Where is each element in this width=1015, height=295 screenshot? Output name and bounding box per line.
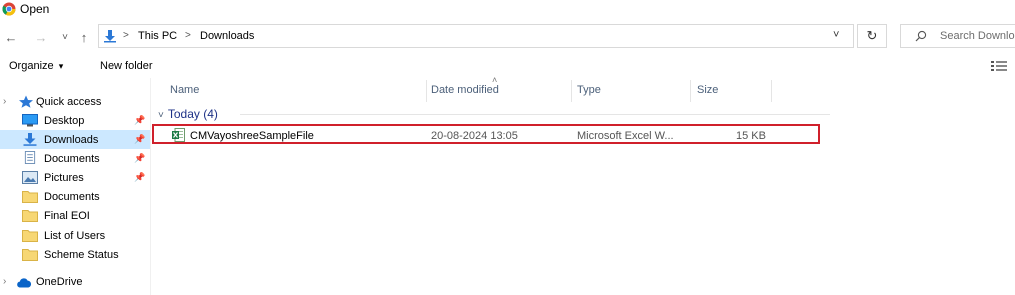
- breadcrumb-downloads[interactable]: Downloads: [200, 30, 254, 42]
- chrome-icon: [2, 2, 16, 16]
- expand-chevron-icon[interactable]: ›: [3, 276, 6, 287]
- up-button[interactable]: ↑: [75, 28, 93, 46]
- sidebar-item-label: List of Users: [44, 229, 106, 242]
- expand-chevron-icon[interactable]: ›: [3, 96, 6, 107]
- breadcrumb-separator: >: [123, 30, 129, 41]
- pane-divider[interactable]: [150, 78, 151, 295]
- cloud-icon: [17, 278, 32, 288]
- address-dropdown-icon[interactable]: ˅: [833, 29, 839, 41]
- new-folder-button[interactable]: New folder: [100, 60, 153, 72]
- column-header-name[interactable]: Name: [168, 80, 424, 102]
- view-options-icon[interactable]: [990, 60, 1008, 72]
- window-title: Open: [20, 2, 50, 16]
- sidebar-item-pictures[interactable]: Pictures 📌: [0, 168, 150, 187]
- pin-icon[interactable]: 📌: [134, 172, 145, 183]
- sidebar-item-downloads[interactable]: Downloads 📌: [0, 130, 150, 149]
- column-divider[interactable]: [771, 80, 772, 102]
- folder-icon: [22, 230, 38, 242]
- column-header-size[interactable]: Size: [692, 80, 770, 102]
- navigation-pane: › Quick access Desktop 📌 Downloads 📌 Doc…: [0, 80, 150, 295]
- download-icon: [104, 30, 116, 43]
- caret-down-icon: ▾: [58, 61, 64, 71]
- title-bar: Open: [0, 0, 1015, 20]
- pin-icon[interactable]: 📌: [134, 115, 145, 126]
- search-input[interactable]: Search Downloads: [900, 24, 1015, 48]
- chevron-down-icon: ˅: [62, 31, 68, 43]
- sidebar-item-documents[interactable]: Documents 📌: [0, 149, 150, 168]
- sidebar-item-label: OneDrive: [36, 275, 83, 288]
- download-icon: [23, 133, 37, 146]
- back-arrow-icon: ←: [4, 29, 18, 45]
- new-folder-label: New folder: [100, 60, 153, 72]
- sidebar-item-label: Desktop: [44, 114, 85, 127]
- group-label: Today (4): [167, 107, 218, 121]
- sidebar-item-scheme-status[interactable]: Scheme Status: [0, 245, 150, 264]
- column-divider[interactable]: [690, 80, 691, 102]
- file-size: 15 KB: [736, 130, 766, 142]
- refresh-button[interactable]: ↻: [857, 24, 887, 48]
- pin-icon[interactable]: 📌: [134, 153, 145, 164]
- pin-icon[interactable]: 📌: [134, 134, 145, 145]
- up-arrow-icon: ↑: [80, 29, 88, 45]
- sidebar-item-documents-folder[interactable]: Documents: [0, 187, 150, 206]
- sidebar-item-label: Pictures: [44, 171, 84, 184]
- folder-icon: [22, 191, 38, 203]
- sidebar-item-final-eoi[interactable]: Final EOI: [0, 206, 150, 225]
- documents-icon: [24, 151, 36, 164]
- sidebar-item-onedrive[interactable]: › OneDrive: [0, 272, 150, 291]
- column-header-type[interactable]: Type: [573, 80, 689, 102]
- organize-label: Organize: [9, 60, 54, 72]
- excel-file-icon: [172, 128, 185, 142]
- file-name: CMVayoshreeSampleFile: [190, 130, 314, 142]
- sidebar-item-label: Final EOI: [44, 209, 90, 222]
- refresh-icon: ↻: [866, 28, 878, 43]
- sidebar-item-label: Scheme Status: [44, 248, 119, 261]
- column-divider[interactable]: [571, 80, 572, 102]
- desktop-icon: [22, 114, 38, 127]
- sidebar-item-desktop[interactable]: Desktop 📌: [0, 111, 150, 130]
- sidebar-item-quick-access[interactable]: › Quick access: [0, 92, 150, 111]
- command-bar: Organize ▾ New folder: [0, 56, 1015, 78]
- forward-arrow-icon: →: [34, 29, 48, 45]
- sidebar-item-label: Documents: [44, 152, 100, 165]
- sidebar-item-label: Downloads: [44, 133, 99, 146]
- recent-locations-button[interactable]: ˅: [56, 28, 74, 46]
- column-header-date-modified[interactable]: ˄ Date modified: [428, 75, 570, 102]
- forward-button[interactable]: →: [32, 28, 50, 46]
- breadcrumb-separator: >: [185, 30, 191, 41]
- column-divider[interactable]: [426, 80, 427, 102]
- address-bar[interactable]: > This PC > Downloads ˅: [98, 24, 854, 48]
- table-row[interactable]: CMVayoshreeSampleFile 20-08-2024 13:05 M…: [152, 124, 820, 144]
- group-header-today[interactable]: ˅ Today (4): [158, 107, 218, 121]
- folder-icon: [22, 249, 38, 261]
- sidebar-item-label: Quick access: [36, 95, 102, 108]
- folder-icon: [22, 210, 38, 222]
- organize-button[interactable]: Organize ▾: [9, 60, 63, 72]
- file-date-modified: 20-08-2024 13:05: [431, 130, 518, 142]
- pictures-icon: [22, 171, 38, 184]
- sidebar-item-list-of-users[interactable]: List of Users: [0, 226, 150, 245]
- collapse-chevron-icon: ˅: [158, 110, 164, 121]
- back-button[interactable]: ←: [2, 28, 20, 46]
- search-icon: [915, 30, 927, 42]
- search-placeholder: Search Downloads: [940, 30, 1015, 42]
- star-icon: [19, 95, 33, 108]
- breadcrumb-this-pc[interactable]: This PC: [138, 30, 177, 42]
- group-divider: [240, 114, 830, 115]
- file-type: Microsoft Excel W...: [577, 130, 674, 142]
- sidebar-item-label: Documents: [44, 190, 100, 203]
